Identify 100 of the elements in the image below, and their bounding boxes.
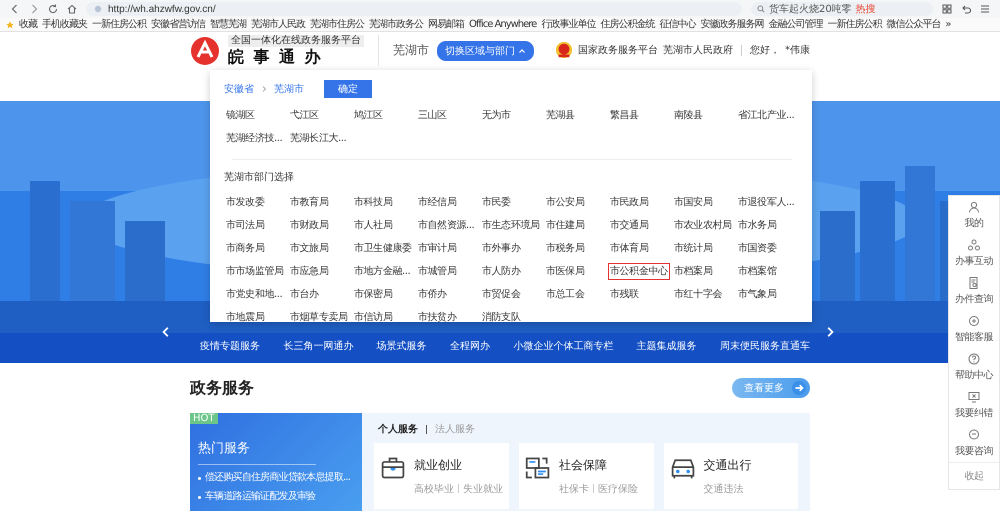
bookmark-link[interactable]: 网易邮箱 (428, 18, 464, 30)
sidebar-item[interactable]: 我要咨询 (949, 424, 999, 462)
department-option[interactable]: 市保密局 (352, 286, 394, 303)
breadcrumb-link[interactable]: 安徽省 (224, 82, 254, 96)
hot-service-link[interactable]: 偿还购买自住房商业贷款本息提取... (205, 472, 350, 484)
category-card[interactable]: 交通出行 交通违法 (664, 443, 798, 509)
menu-icon[interactable] (980, 4, 990, 14)
sidebar-item[interactable]: 办件查询 (949, 272, 999, 310)
department-option[interactable]: 市统计局 (672, 240, 714, 257)
confirm-button[interactable]: 确定 (324, 80, 372, 98)
forward-icon[interactable] (29, 4, 39, 14)
region-option[interactable]: 镜湖区 (224, 107, 257, 124)
bookmark-link[interactable]: » (945, 18, 950, 30)
sidebar-item[interactable]: 智能客服 (949, 310, 999, 348)
service-tab[interactable]: 个人服务 (378, 422, 418, 436)
region-option[interactable]: 无为市 (480, 107, 513, 124)
department-option[interactable]: 市信访局 (352, 309, 394, 326)
service-link[interactable]: 场景式服务 (376, 339, 427, 353)
region-option[interactable]: 弋江区 (288, 107, 321, 124)
department-option[interactable]: 市贸促会 (480, 286, 522, 303)
department-option[interactable]: 市体育局 (608, 240, 650, 257)
department-option[interactable]: 市地方金融... (352, 263, 412, 280)
department-option[interactable]: 市地震局 (224, 309, 266, 326)
reload-icon[interactable] (48, 4, 58, 14)
region-option[interactable]: 鸠江区 (352, 107, 385, 124)
region-option[interactable]: 芜湖长江大... (288, 130, 348, 147)
department-option[interactable]: 市退役军人... (736, 194, 796, 211)
department-option[interactable]: 市民政局 (608, 194, 650, 211)
bookmark-link[interactable]: 芜湖市政务公 (369, 18, 423, 30)
department-option[interactable]: 市商务局 (224, 240, 266, 257)
department-option[interactable]: 市审计局 (416, 240, 458, 257)
department-option[interactable]: 市水务局 (736, 217, 778, 234)
browser-search-field[interactable]: 货车起火烧20吨零 热搜 (751, 2, 933, 16)
department-option[interactable]: 市国资委 (736, 240, 778, 257)
user-name[interactable]: *伟康 (785, 43, 810, 57)
bookmark-link[interactable]: 安徽省营访信 (151, 18, 205, 30)
department-option[interactable]: 市民委 (480, 194, 513, 211)
department-option[interactable]: 市卫生健康委 (352, 240, 414, 257)
department-option[interactable]: 市自然资源... (416, 217, 476, 234)
bookmark-link[interactable]: 芜湖市人民政 (251, 18, 305, 30)
back-icon[interactable] (10, 4, 20, 14)
breadcrumb-link[interactable]: 芜湖市 (274, 82, 304, 96)
department-option[interactable]: 市烟草专卖局 (288, 309, 350, 326)
bookmark-link[interactable]: 行政事业单位 (541, 18, 596, 30)
service-link[interactable]: 周末便民服务直通车 (720, 339, 810, 353)
department-option[interactable]: 市交通局 (608, 217, 650, 234)
bookmark-link[interactable]: 手机收藏夹 (42, 18, 87, 30)
header-link[interactable]: 芜湖市人民政府 (663, 43, 733, 57)
switch-region-button[interactable]: 切换区域与部门 (437, 40, 534, 60)
region-option[interactable]: 芜湖经济技... (224, 130, 284, 147)
department-option[interactable]: 市科技局 (352, 194, 394, 211)
region-option[interactable]: 芜湖县 (544, 107, 577, 124)
address-bar[interactable]: http://wh.ahzwfw.gov.cn/ (86, 2, 742, 16)
service-link[interactable]: 长三角一网通办 (283, 339, 354, 353)
department-option[interactable]: 市住建局 (544, 217, 586, 234)
department-option[interactable]: 市税务局 (544, 240, 586, 257)
region-option[interactable]: 三山区 (416, 107, 449, 124)
department-option[interactable]: 市气象局 (736, 286, 778, 303)
bookmark-link[interactable]: 征信中心 (659, 18, 696, 30)
department-option[interactable]: 市外事办 (480, 240, 522, 257)
bookmark-link[interactable]: 微信公众平台 (886, 18, 940, 30)
department-option[interactable]: 市党史和地... (224, 286, 284, 303)
department-option[interactable]: 市市场监管局 (224, 263, 286, 280)
service-link[interactable]: 全程网办 (450, 339, 490, 353)
department-option[interactable]: 市档案馆 (736, 263, 778, 280)
department-option[interactable]: 市人防办 (480, 263, 522, 280)
department-option[interactable]: 市财政局 (288, 217, 330, 234)
department-option[interactable]: 市扶贫办 (416, 309, 458, 326)
department-option[interactable]: 市经信局 (416, 194, 458, 211)
hot-service-link[interactable]: 车辆道路运输证配发及审验 (205, 491, 316, 503)
bookmark-link[interactable]: 住房公积金统 (600, 18, 654, 30)
department-option[interactable]: 市司法局 (224, 217, 266, 234)
grid-icon[interactable] (942, 4, 952, 14)
bookmark-link[interactable]: 智慧芜湖 (210, 18, 246, 30)
department-option[interactable]: 市医保局 (544, 263, 586, 280)
department-option[interactable]: 市文旅局 (288, 240, 330, 257)
sidebar-item[interactable]: 办事互动 (949, 234, 999, 272)
bookmark-link[interactable]: 一新住房公积 (92, 18, 146, 30)
department-option[interactable]: 市侨办 (416, 286, 449, 303)
home-icon[interactable] (67, 4, 77, 14)
bookmark-link[interactable]: 收藏 (19, 18, 37, 30)
sidebar-item[interactable]: 我要纠错 (949, 386, 999, 424)
department-option[interactable]: 市台办 (288, 286, 321, 303)
sidebar-item[interactable]: 我的 (949, 196, 999, 234)
department-option[interactable]: 市公积金中心 (608, 263, 670, 280)
bookmark-link[interactable]: Office Anywhere (469, 18, 536, 30)
department-option[interactable]: 市发改委 (224, 194, 266, 211)
department-option[interactable]: 市红十字会 (672, 286, 724, 303)
region-option[interactable]: 南陵县 (672, 107, 705, 124)
service-link[interactable]: 小微企业个体工商专栏 (513, 339, 614, 353)
department-option[interactable]: 市城管局 (416, 263, 458, 280)
department-option[interactable]: 市国安局 (672, 194, 714, 211)
department-option[interactable]: 消防支队 (480, 309, 522, 326)
department-option[interactable]: 市残联 (608, 286, 641, 303)
department-option[interactable]: 市农业农村局 (672, 217, 734, 234)
department-option[interactable]: 市公安局 (544, 194, 586, 211)
region-option[interactable]: 省江北产业... (736, 107, 796, 124)
department-option[interactable]: 市生态环境局 (480, 217, 542, 234)
sidebar-item[interactable]: 帮助中心 (949, 348, 999, 386)
department-option[interactable]: 市人社局 (352, 217, 394, 234)
